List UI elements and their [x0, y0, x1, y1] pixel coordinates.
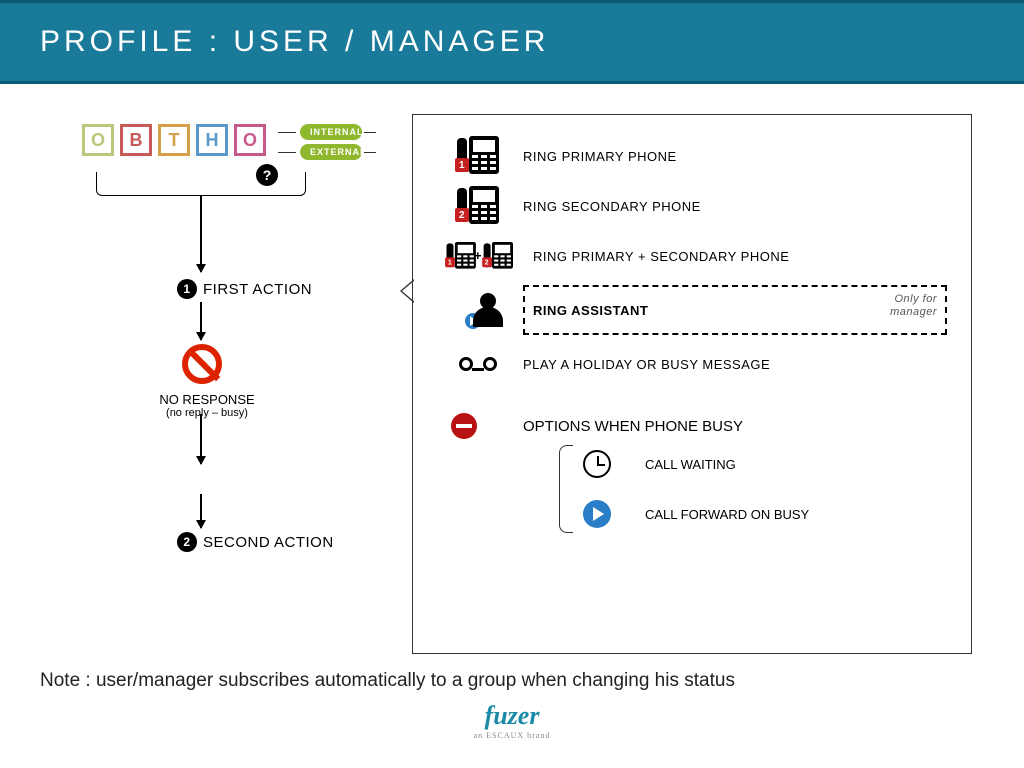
two-phones-icon: 1 + 2 [447, 242, 510, 270]
connector [200, 196, 202, 222]
first-action-step: 1 FIRST ACTION [177, 279, 312, 299]
no-entry-icon [182, 344, 222, 384]
brand-logo: fuzer an ESCAUX brand [0, 701, 1024, 740]
call-source-pills: INTERNAL EXTERNAL [300, 120, 362, 164]
tile-h: H [196, 124, 228, 156]
step-number-1: 1 [177, 279, 197, 299]
assistant-note: Only formanager [890, 293, 937, 319]
voicemail-icon [459, 357, 497, 371]
option-call-forward: CALL FORWARD ON BUSY [583, 489, 947, 539]
action-ring-both: 1 + 2 RING PRIMARY + SECONDARY PHONE [523, 231, 947, 281]
call-waiting-label: CALL WAITING [645, 457, 736, 472]
busy-options: CALL WAITING CALL FORWARD ON BUSY [583, 439, 947, 539]
action-ring-secondary: 2 RING SECONDARY PHONE [523, 181, 947, 231]
ring-both-label: RING PRIMARY + SECONDARY PHONE [533, 249, 947, 264]
actions-panel: 1 RING PRIMARY PHONE 2 RING SECONDARY PH… [412, 114, 972, 654]
ring-secondary-label: RING SECONDARY PHONE [523, 199, 947, 214]
step-number-2: 2 [177, 532, 197, 552]
pill-internal: INTERNAL [300, 124, 362, 140]
second-action-label: SECOND ACTION [203, 534, 334, 551]
footer-note: Note : user/manager subscribes automatic… [40, 670, 735, 692]
page-title: Profile : user / manager [0, 0, 1024, 84]
minus-icon [451, 413, 477, 439]
action-ring-primary: 1 RING PRIMARY PHONE [523, 131, 947, 181]
pill-external: EXTERNAL [300, 144, 362, 160]
first-action-label: FIRST ACTION [203, 281, 312, 298]
arrow-down-icon [200, 222, 202, 272]
no-response-block: NO RESPONSE (no reply – busy) [132, 392, 282, 419]
status-tiles: O B T H O [82, 124, 266, 156]
arrow-down-icon [200, 494, 202, 528]
no-response-label: NO RESPONSE [132, 392, 282, 407]
tile-o1: O [82, 124, 114, 156]
diagram-stage: O B T H O INTERNAL EXTERNAL ? 1 FIRST AC… [0, 84, 1024, 724]
phone-icon: 2 [457, 186, 499, 226]
action-play-message: PLAY A HOLIDAY OR BUSY MESSAGE [523, 339, 947, 389]
call-forward-label: CALL FORWARD ON BUSY [645, 507, 809, 522]
no-response-sub: (no reply – busy) [132, 407, 282, 419]
phone-icon: 1 [457, 136, 499, 176]
join-bracket [96, 172, 306, 196]
arrow-down-icon [200, 414, 202, 464]
play-icon [465, 313, 481, 329]
option-call-waiting: CALL WAITING [583, 439, 947, 489]
brace-icon [559, 445, 573, 533]
play-icon [583, 500, 611, 528]
tile-o2: O [234, 124, 266, 156]
action-ring-assistant: RING ASSISTANT Only formanager [523, 285, 947, 335]
tile-t: T [158, 124, 190, 156]
arrow-down-icon [200, 302, 202, 340]
clock-icon [583, 450, 611, 478]
tile-b: B [120, 124, 152, 156]
play-message-label: PLAY A HOLIDAY OR BUSY MESSAGE [523, 357, 947, 372]
ring-assistant-label: RING ASSISTANT [533, 303, 937, 318]
person-icon [471, 293, 505, 327]
options-busy-label: OPTIONS WHEN PHONE BUSY [523, 418, 743, 435]
second-action-step: 2 SECOND ACTION [177, 532, 334, 552]
options-busy-header: OPTIONS WHEN PHONE BUSY [523, 413, 947, 439]
ring-primary-label: RING PRIMARY PHONE [523, 149, 947, 164]
